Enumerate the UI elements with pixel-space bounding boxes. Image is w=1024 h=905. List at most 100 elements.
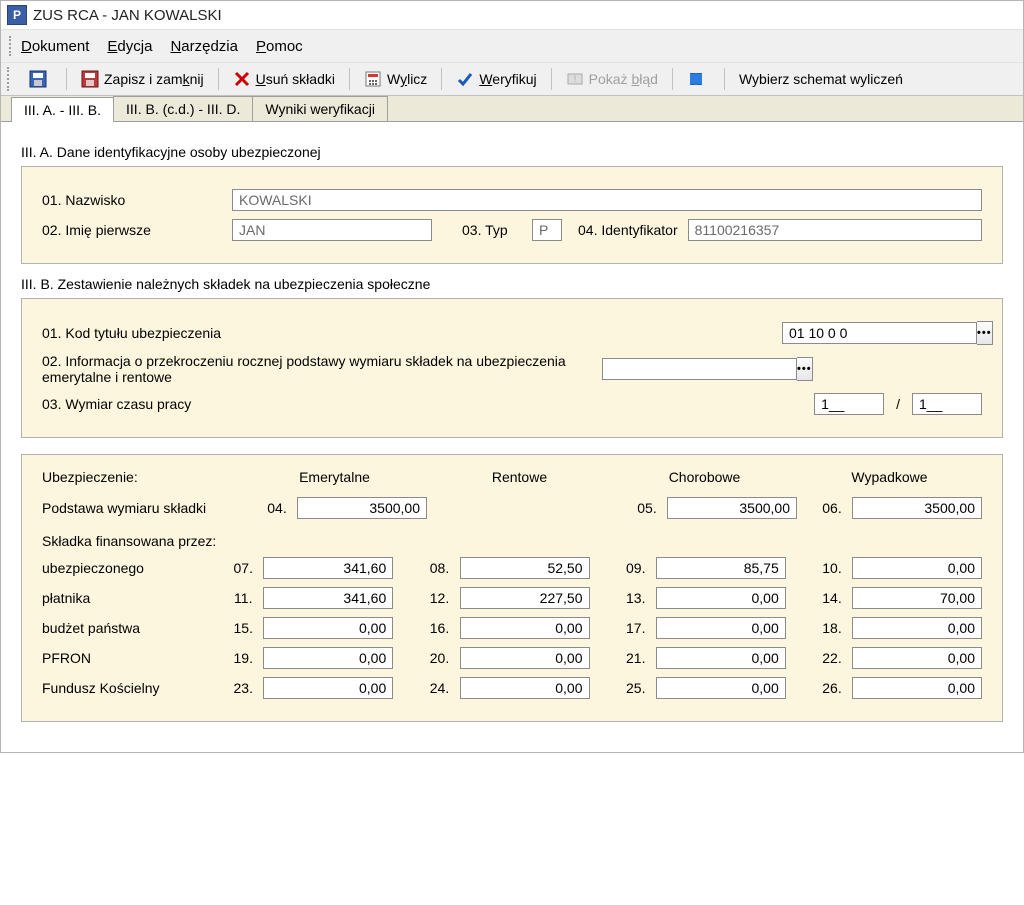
input-26[interactable]	[852, 677, 982, 699]
input-09[interactable]	[656, 557, 786, 579]
separator	[551, 68, 552, 90]
menu-dokument[interactable]: Dokument	[21, 38, 89, 55]
tab-section-a-b[interactable]: III. A. - III. B.	[11, 97, 114, 122]
input-typ[interactable]	[532, 219, 562, 241]
row-platnika: płatnika 11. 12. 13. 14.	[42, 587, 982, 609]
input-22[interactable]	[852, 647, 982, 669]
remove-label: Usuń składki	[256, 71, 335, 87]
input-identyfikator[interactable]	[688, 219, 982, 241]
separator	[441, 68, 442, 90]
input-14[interactable]	[852, 587, 982, 609]
input-wymiar-a[interactable]	[814, 393, 884, 415]
input-12[interactable]	[460, 587, 590, 609]
verify-label: Weryfikuj	[479, 71, 536, 87]
tab-content: III. A. Dane identyfikacyjne osoby ubezp…	[1, 122, 1023, 752]
tab-section-b-d[interactable]: III. B. (c.d.) - III. D.	[113, 96, 253, 121]
separator	[672, 68, 673, 90]
input-23[interactable]	[263, 677, 393, 699]
label-podstawa: Podstawa wymiaru składki	[42, 500, 242, 516]
input-18[interactable]	[852, 617, 982, 639]
lookup-info-button[interactable]: •••	[797, 357, 813, 381]
input-24[interactable]	[460, 677, 590, 699]
wymiar-sep: /	[896, 396, 900, 412]
col-wypadkowe: Wypadkowe	[797, 469, 982, 485]
show-error-label: Pokaż błąd	[589, 71, 658, 87]
separator	[218, 68, 219, 90]
input-nazwisko[interactable]	[232, 189, 982, 211]
choose-scheme-label: Wybierz schemat wyliczeń	[739, 71, 903, 87]
input-11[interactable]	[263, 587, 393, 609]
row-pfron: PFRON 19. 20. 21. 22.	[42, 647, 982, 669]
titlebar: P ZUS RCA - JAN KOWALSKI	[1, 1, 1023, 29]
input-wymiar-b[interactable]	[912, 393, 982, 415]
num-05: 05.	[633, 500, 661, 516]
num-06: 06.	[818, 500, 846, 516]
input-04[interactable]	[297, 497, 427, 519]
col-chorobowe: Chorobowe	[612, 469, 797, 485]
section-b-panel: 01. Kod tytułu ubezpieczenia ••• 02. Inf…	[21, 298, 1003, 438]
verify-button[interactable]: Weryfikuj	[448, 67, 544, 91]
input-05[interactable]	[667, 497, 797, 519]
col-rentowe: Rentowe	[427, 469, 612, 485]
window-title: ZUS RCA - JAN KOWALSKI	[33, 7, 222, 24]
input-21[interactable]	[656, 647, 786, 669]
label-kod-tytulu: 01. Kod tytułu ubezpieczenia	[42, 325, 782, 341]
save-close-icon	[81, 70, 99, 88]
input-06[interactable]	[852, 497, 982, 519]
input-20[interactable]	[460, 647, 590, 669]
input-13[interactable]	[656, 587, 786, 609]
delete-icon	[233, 70, 251, 88]
input-08[interactable]	[460, 557, 590, 579]
save-close-label: Zapisz i zamknij	[104, 71, 204, 87]
save-button[interactable]	[21, 67, 60, 91]
svg-text:!: !	[573, 74, 576, 84]
num-04: 04.	[263, 500, 291, 516]
input-info-przekroczenie[interactable]	[602, 358, 797, 380]
label-identyfikator: 04. Identyfikator	[578, 222, 678, 238]
toolbar-grip-icon	[7, 67, 15, 91]
input-07[interactable]	[263, 557, 393, 579]
help-button[interactable]	[679, 67, 718, 91]
menu-pomoc[interactable]: Pomoc	[256, 38, 303, 55]
input-16[interactable]	[460, 617, 590, 639]
input-25[interactable]	[656, 677, 786, 699]
input-17[interactable]	[656, 617, 786, 639]
save-icon	[29, 70, 47, 88]
input-15[interactable]	[263, 617, 393, 639]
label-nazwisko: 01. Nazwisko	[42, 192, 232, 208]
app-icon: P	[7, 5, 27, 25]
row-podstawa: Podstawa wymiaru składki 04. 05. 06.	[42, 497, 982, 519]
choose-scheme-button[interactable]: Wybierz schemat wyliczeń	[731, 68, 911, 90]
label-imie: 02. Imię pierwsze	[42, 222, 232, 238]
input-19[interactable]	[263, 647, 393, 669]
remove-contributions-button[interactable]: Usuń składki	[225, 67, 343, 91]
input-kod-tytulu[interactable]	[782, 322, 977, 344]
book-icon	[687, 70, 705, 88]
menu-edycja[interactable]: Edycja	[107, 38, 152, 55]
calculate-icon	[364, 70, 382, 88]
menu-narzedzia[interactable]: Narzędzia	[170, 38, 238, 55]
row-ubezpieczonego: ubezpieczonego 07. 08. 09. 10.	[42, 557, 982, 579]
col-emerytalne: Emerytalne	[242, 469, 427, 485]
input-imie[interactable]	[232, 219, 432, 241]
lookup-kod-button[interactable]: •••	[977, 321, 993, 345]
contributions-panel: Ubezpieczenie: Emerytalne Rentowe Chorob…	[21, 454, 1003, 722]
save-and-close-button[interactable]: Zapisz i zamknij	[73, 67, 212, 91]
row-fundusz-koscielny: Fundusz Kościelny 23. 24. 25. 26.	[42, 677, 982, 699]
label-finansowana: Składka finansowana przez:	[42, 533, 982, 549]
input-10[interactable]	[852, 557, 982, 579]
grid-header: Ubezpieczenie: Emerytalne Rentowe Chorob…	[42, 469, 982, 485]
label-typ: 03. Typ	[462, 222, 532, 238]
calculate-button[interactable]: Wylicz	[356, 67, 435, 91]
tab-verification-results[interactable]: Wyniki weryfikacji	[252, 96, 388, 121]
col-ubezpieczenie: Ubezpieczenie:	[42, 469, 242, 485]
section-b-header: III. B. Zestawienie należnych składek na…	[21, 276, 1003, 292]
section-a-panel: 01. Nazwisko 02. Imię pierwsze 03. Typ 0…	[21, 166, 1003, 264]
tabstrip: III. A. - III. B. III. B. (c.d.) - III. …	[1, 95, 1023, 122]
toolbar: Zapisz i zamknij Usuń składki Wylicz Wer…	[1, 62, 1023, 95]
label-info-przekroczenie: 02. Informacja o przekroczeniu rocznej p…	[42, 353, 602, 385]
label-wymiar-czasu: 03. Wymiar czasu pracy	[42, 396, 814, 412]
section-a-header: III. A. Dane identyfikacyjne osoby ubezp…	[21, 144, 1003, 160]
app-window: P ZUS RCA - JAN KOWALSKI Dokument Edycja…	[0, 0, 1024, 753]
toolbar-grip-icon	[9, 36, 17, 56]
